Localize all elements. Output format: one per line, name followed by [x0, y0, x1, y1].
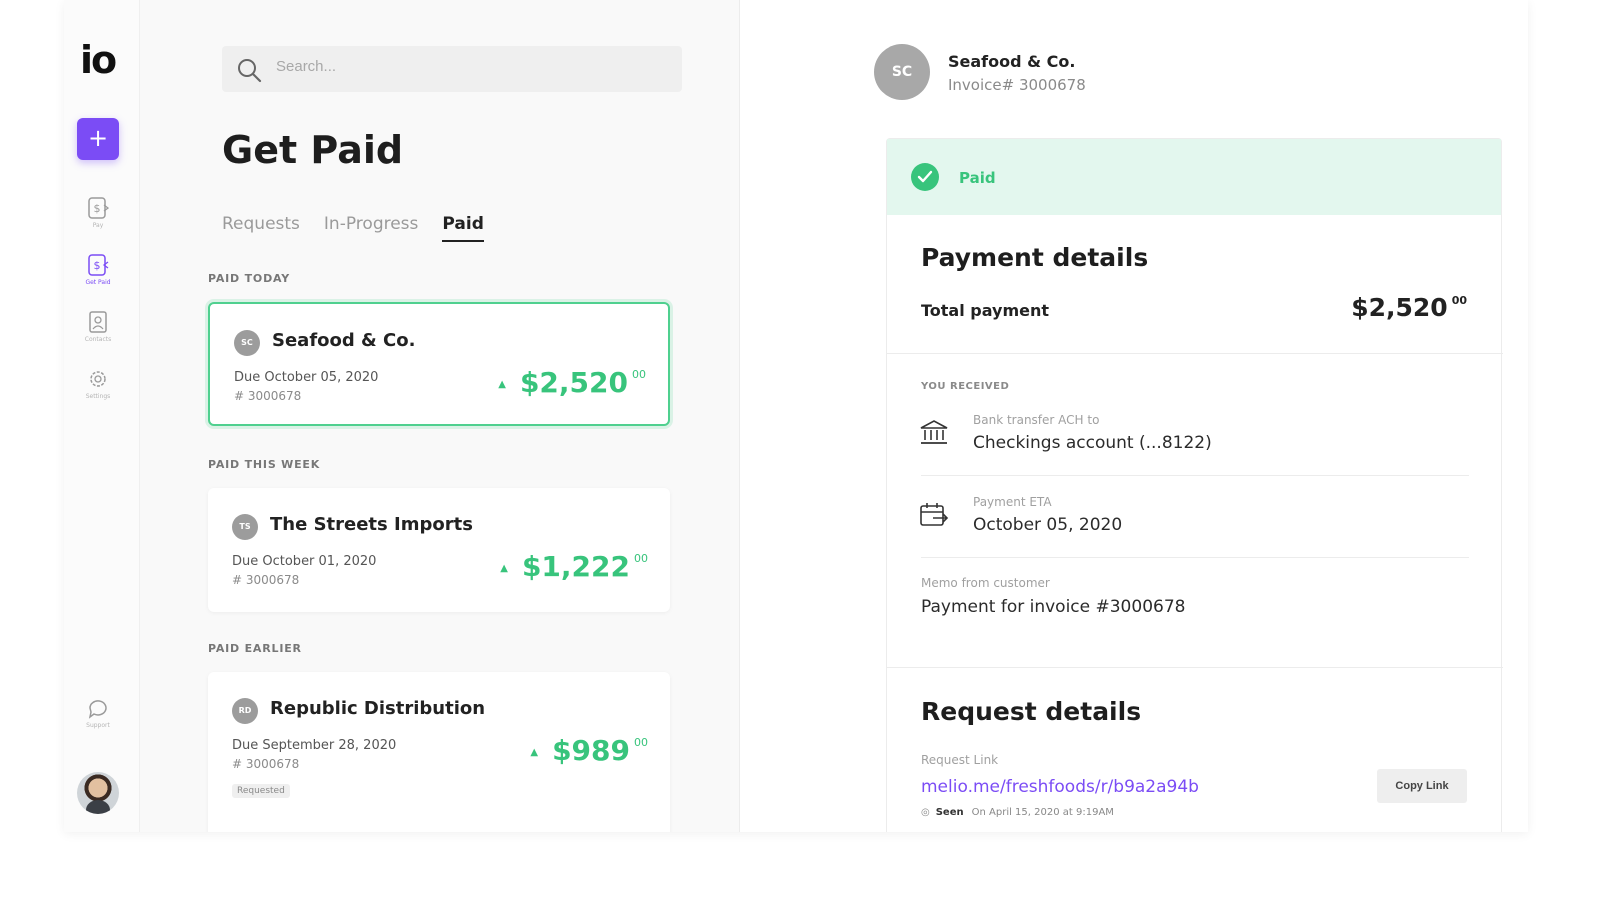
detail-invoice-number: Invoice# 3000678	[948, 76, 1086, 94]
tab-bar: Requests In-Progress Paid	[222, 214, 484, 242]
divider	[921, 475, 1469, 476]
amount-value: $1,222	[521, 550, 630, 583]
invoice-list-pane: Get Paid Requests In-Progress Paid PAID …	[140, 0, 740, 832]
sidebar-item-contacts[interactable]: Contacts	[68, 310, 128, 343]
amount-value: $2,520	[519, 366, 628, 399]
invoice-number: # 3000678	[232, 757, 300, 771]
bank-account-value: Checkings account (...8122)	[973, 433, 1212, 453]
payment-eta-label: Payment ETA	[973, 495, 1052, 509]
check-circle-icon	[911, 163, 939, 191]
due-date: Due October 05, 2020	[234, 370, 379, 385]
vendor-name: Seafood & Co.	[272, 330, 416, 351]
gear-icon	[90, 371, 106, 387]
status-badge: Requested	[232, 784, 290, 798]
tab-requests[interactable]: Requests	[222, 214, 300, 242]
tab-in-progress[interactable]: In-Progress	[324, 214, 418, 242]
payment-eta-value: October 05, 2020	[973, 515, 1123, 535]
bank-transfer-label: Bank transfer ACH to	[973, 413, 1100, 427]
page-title: Get Paid	[222, 128, 404, 172]
total-amount-cents: 00	[1451, 294, 1467, 307]
divider	[921, 557, 1469, 558]
amount: ▲ $989 00	[530, 734, 648, 767]
sidebar-item-pay[interactable]: $ Pay	[68, 196, 128, 229]
payment-details-heading: Payment details	[921, 243, 1149, 272]
vendor-name: The Streets Imports	[270, 514, 473, 535]
you-received-label: YOU RECEIVED	[921, 381, 1010, 392]
seen-label: Seen	[935, 807, 964, 818]
status-banner: Paid	[887, 139, 1501, 215]
section-label-paid-earlier: PAID EARLIER	[208, 642, 302, 655]
invoice-card[interactable]: TS The Streets Imports Due October 01, 2…	[208, 488, 670, 612]
pay-dollar-icon: $	[88, 197, 109, 219]
invoice-number: # 3000678	[234, 389, 302, 403]
vendor-initials: TS	[232, 514, 258, 540]
amount-cents: 00	[634, 736, 648, 749]
request-details-heading: Request details	[921, 697, 1142, 726]
sidebar-item-label: Pay	[92, 222, 104, 229]
seen-date: On April 15, 2020 at 9:19AM	[971, 807, 1114, 818]
contacts-icon	[89, 311, 107, 333]
vendor-name: Republic Distribution	[270, 698, 486, 719]
memo-value: Payment for invoice #3000678	[921, 597, 1186, 617]
vendor-initials: SC	[234, 330, 260, 356]
divider	[887, 667, 1503, 668]
sidebar-item-label: Support	[86, 722, 110, 729]
seen-status: ◎ Seen On April 15, 2020 at 9:19AM	[921, 807, 1114, 818]
svg-text:$: $	[94, 202, 101, 215]
sidebar: iо + $ Pay $ Get Paid Contacts Settings …	[64, 0, 140, 832]
total-payment-amount: $2,520 00	[1351, 293, 1467, 322]
request-link-label: Request Link	[921, 753, 999, 767]
amount: ▲ $2,520 00	[498, 366, 646, 399]
sidebar-item-settings[interactable]: Settings	[68, 367, 128, 400]
app-window: iо + $ Pay $ Get Paid Contacts Settings …	[64, 0, 1528, 832]
sidebar-item-label: Contacts	[84, 336, 112, 343]
vendor-initials: RD	[232, 698, 258, 724]
user-avatar[interactable]	[77, 772, 119, 814]
total-payment-label: Total payment	[921, 301, 1050, 320]
eye-icon: ◎	[921, 807, 930, 818]
sidebar-item-get-paid[interactable]: $ Get Paid	[68, 253, 128, 286]
invoice-detail-pane: SC Seafood & Co. Invoice# 3000678 Paid P…	[740, 0, 1528, 832]
get-paid-dollar-icon: $	[88, 254, 109, 276]
search-input[interactable]	[276, 58, 656, 75]
due-date: Due October 01, 2020	[232, 554, 377, 569]
arrow-up-icon: ▲	[530, 746, 539, 758]
tab-paid[interactable]: Paid	[442, 214, 484, 242]
sidebar-item-support[interactable]: Support	[68, 698, 128, 729]
payment-card: Paid Payment details Total payment $2,52…	[886, 138, 1503, 832]
memo-label: Memo from customer	[921, 576, 1050, 590]
invoice-card[interactable]: SC Seafood & Co. Due October 05, 2020 # …	[208, 302, 670, 426]
arrow-up-icon: ▲	[500, 562, 508, 574]
vendor-avatar: SC	[874, 44, 930, 100]
copy-link-button[interactable]: Copy Link	[1377, 769, 1467, 803]
calendar-arrow-icon	[920, 503, 949, 526]
svg-text:$: $	[94, 259, 101, 272]
request-link[interactable]: melio.me/freshfoods/r/b9a2a94b	[921, 777, 1199, 797]
app-logo: iо	[80, 38, 117, 82]
divider	[887, 353, 1503, 354]
search-bar[interactable]	[222, 46, 682, 92]
chat-bubble-icon	[88, 700, 107, 719]
amount-cents: 00	[632, 368, 646, 381]
add-button[interactable]: +	[77, 118, 119, 160]
section-label-paid-this-week: PAID THIS WEEK	[208, 458, 321, 471]
total-amount-value: $2,520	[1351, 293, 1448, 322]
search-icon	[238, 59, 262, 83]
invoice-card[interactable]: RD Republic Distribution Due September 2…	[208, 672, 670, 832]
detail-vendor-name: Seafood & Co.	[948, 52, 1076, 71]
sidebar-item-label: Get Paid	[85, 279, 111, 286]
section-label-paid-today: PAID TODAY	[208, 272, 291, 285]
invoice-number: # 3000678	[232, 573, 300, 587]
amount-cents: 00	[634, 552, 648, 565]
sidebar-item-label: Settings	[85, 393, 111, 400]
status-label: Paid	[959, 169, 996, 187]
bank-icon	[920, 420, 948, 444]
amount: ▲ $1,222 00	[500, 550, 648, 583]
amount-value: $989	[552, 734, 630, 767]
due-date: Due September 28, 2020	[232, 738, 397, 753]
arrow-up-icon: ▲	[498, 378, 506, 390]
